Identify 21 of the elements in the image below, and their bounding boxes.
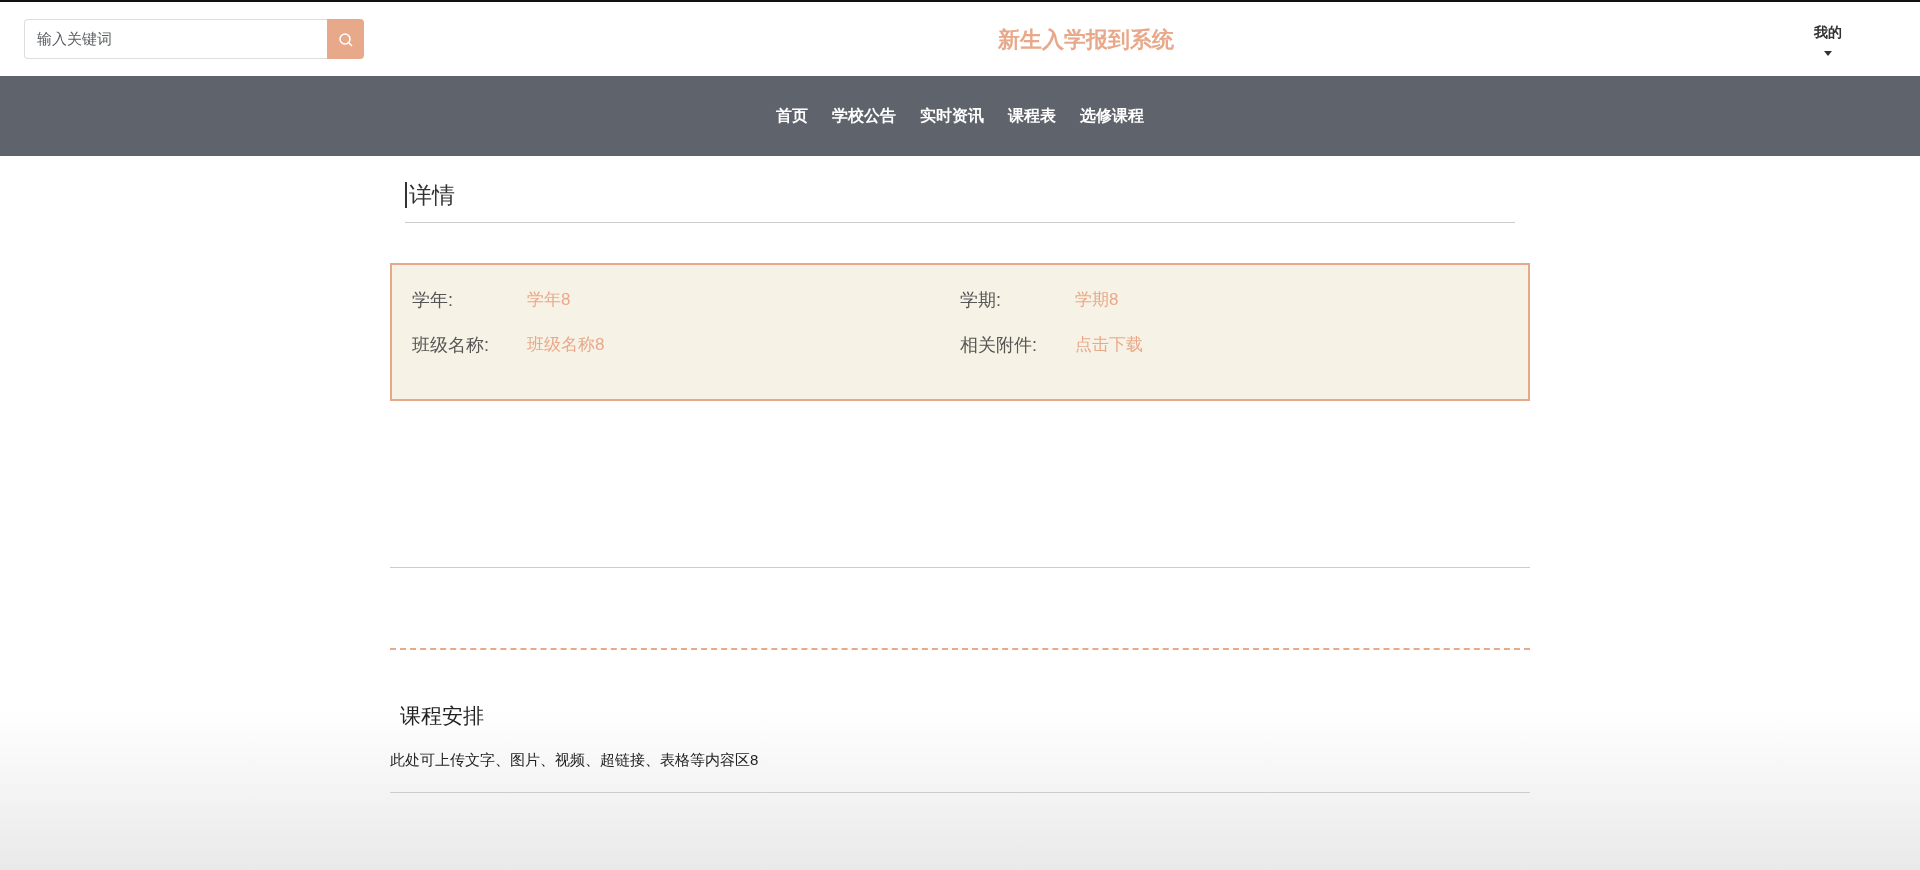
nav-link[interactable]: 课程表 xyxy=(996,104,1068,128)
field-value: 学期8 xyxy=(1075,289,1119,311)
field-label: 班级名称: xyxy=(412,334,490,357)
field-value: 学年8 xyxy=(527,289,571,311)
nav-link[interactable]: 选修课程 xyxy=(1068,104,1156,128)
section-title: 课程安排 xyxy=(399,704,484,727)
search-button[interactable] xyxy=(327,19,364,59)
field-label: 学期: xyxy=(960,289,1002,312)
field-label: 相关附件: xyxy=(960,334,1038,357)
field-value: 点击下载 xyxy=(1075,334,1143,356)
search-icon xyxy=(337,31,354,48)
nav-link[interactable]: 实时资讯 xyxy=(908,104,996,128)
field-value: 班级名称8 xyxy=(527,334,605,356)
content-text: 此处可上传文字、图片、视频、超链接、表格等内容区8 xyxy=(390,750,759,768)
nav-link[interactable]: 学校公告 xyxy=(820,104,908,128)
section-title: 详情 xyxy=(405,182,455,208)
site-title: 新生入学报到系统 xyxy=(998,26,1174,52)
user-menu[interactable]: 我的 xyxy=(1808,21,1848,57)
field-label: 学年: xyxy=(412,289,454,312)
caret-icon xyxy=(1824,51,1832,56)
nav-link[interactable]: 首页 xyxy=(764,104,820,128)
